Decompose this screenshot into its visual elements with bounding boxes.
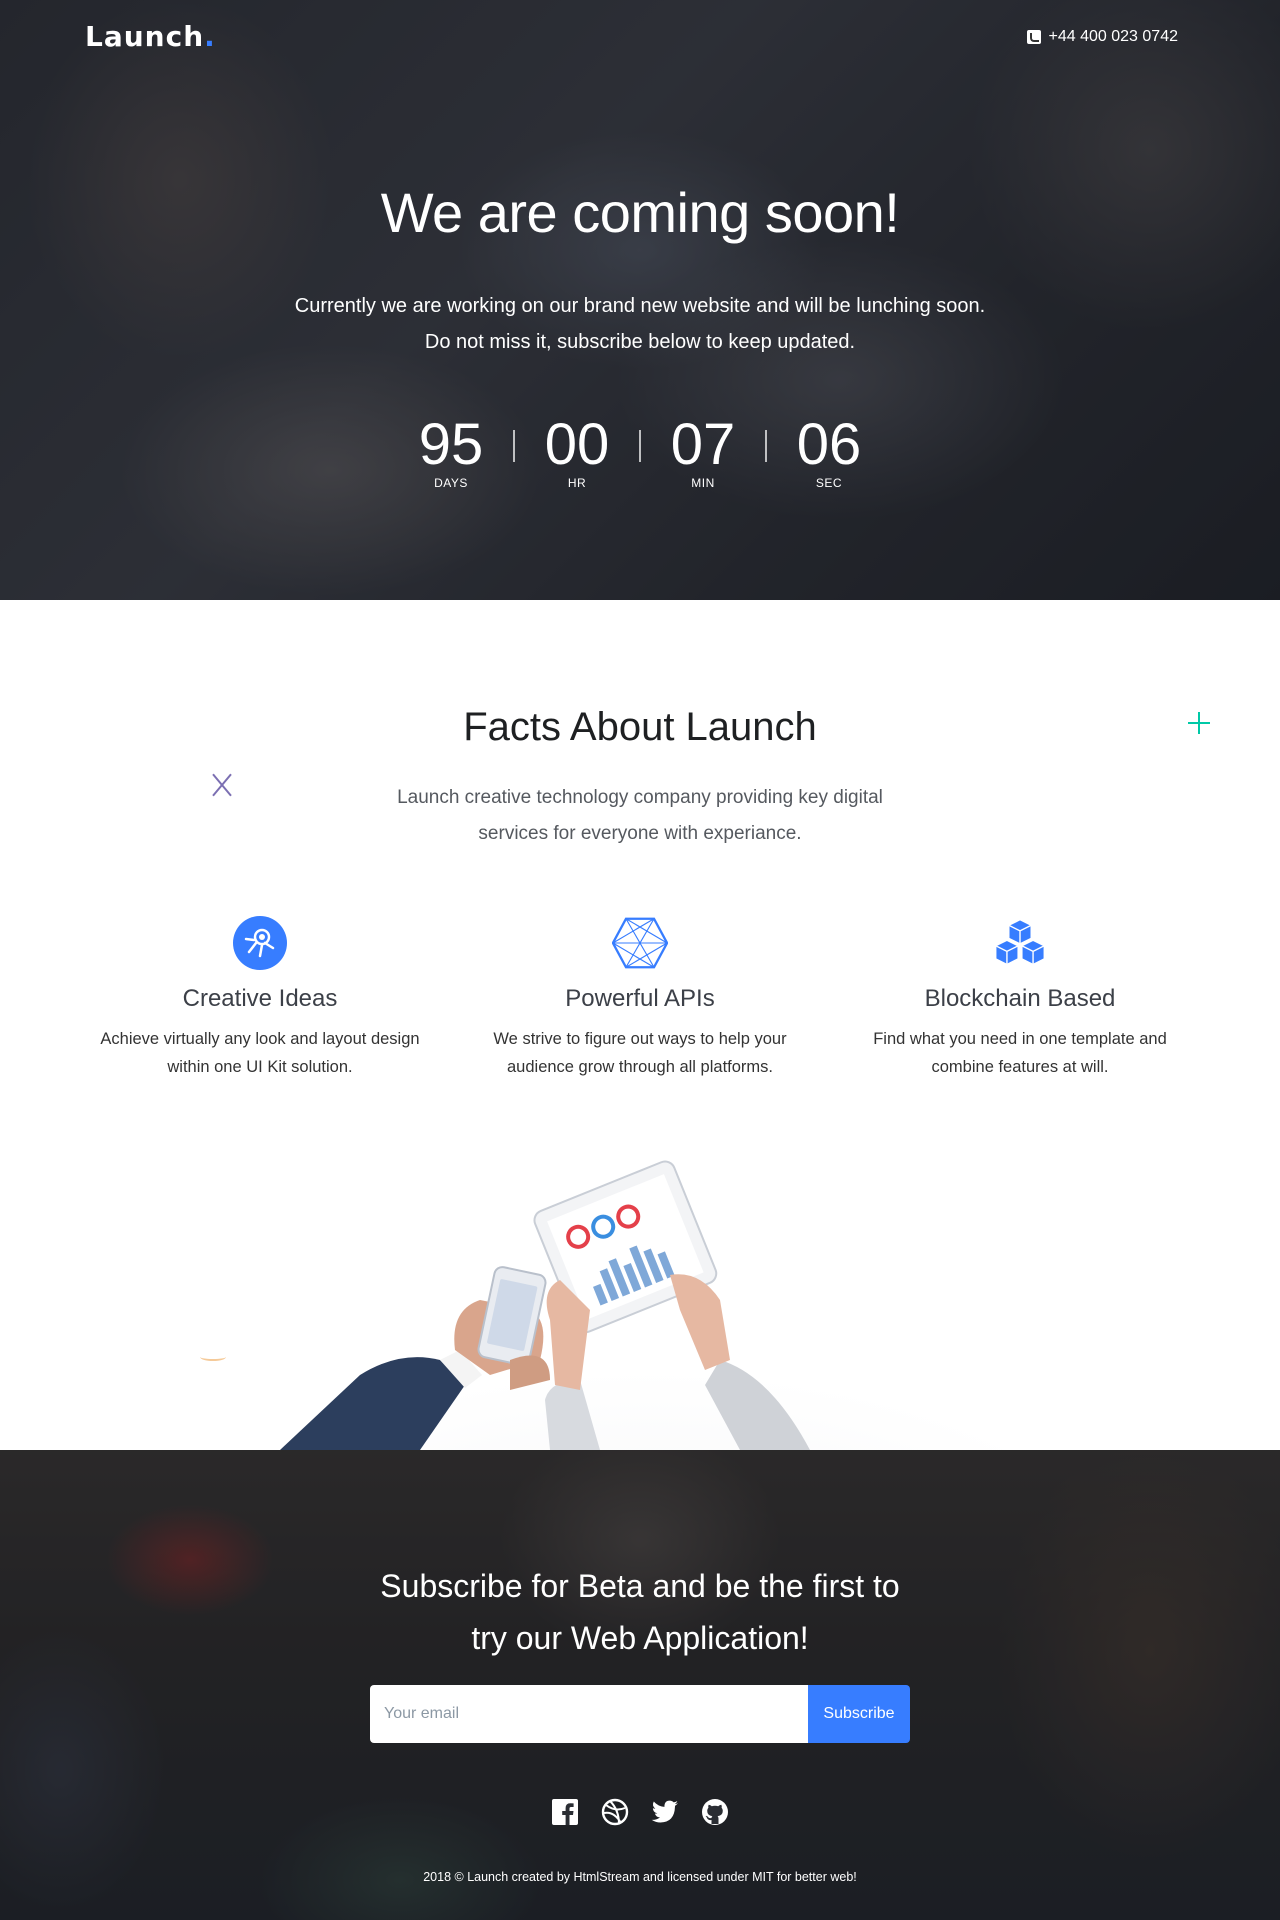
countdown-minutes: 07 MIN — [641, 412, 765, 490]
countdown-days: 95 DAYS — [389, 412, 513, 490]
countdown-hours: 00 HR — [515, 412, 639, 490]
feature-description-line2: within one UI Kit solution. — [167, 1058, 353, 1076]
feature-title: Creative Ideas — [182, 985, 338, 1012]
social-links — [0, 1798, 1280, 1826]
feature-blockchain-based: Blockchain Based Find what you need in o… — [840, 915, 1200, 1081]
feature-powerful-apis: Powerful APIs We strive to figure out wa… — [460, 915, 820, 1081]
subscribe-form: Subscribe — [370, 1685, 910, 1743]
countdown-hours-label: HR — [567, 476, 587, 490]
countdown-minutes-value: 07 — [670, 412, 736, 477]
hero-subtitle-line1: Currently we are working on our brand ne… — [294, 295, 986, 317]
facts-subtitle-line1: Launch creative technology company provi… — [397, 787, 883, 808]
astronaut-icon — [232, 915, 288, 971]
feature-description-line2: audience grow through all platforms. — [507, 1058, 773, 1076]
feature-description-line1: Achieve virtually any look and layout de… — [100, 1030, 420, 1048]
feature-description-line2: combine features at will. — [931, 1058, 1109, 1076]
feature-description-line1: Find what you need in one template and — [873, 1030, 1167, 1048]
hero-section: Launch. +44 400 023 0742 We are coming s… — [0, 0, 1280, 600]
feature-description: We strive to figure out ways to help you… — [460, 1025, 820, 1081]
phone-number: +44 400 023 0742 — [1048, 28, 1178, 45]
hexagon-network-icon — [612, 915, 668, 971]
facebook-icon[interactable] — [551, 1798, 579, 1826]
hero-subtitle: Currently we are working on our brand ne… — [0, 288, 1280, 360]
email-input[interactable] — [370, 1685, 808, 1743]
countdown-minutes-label: MIN — [691, 476, 715, 490]
logo-text: Launch — [85, 20, 205, 53]
countdown-seconds: 06 SEC — [767, 412, 891, 490]
github-icon[interactable] — [701, 1798, 729, 1826]
countdown-hours-value: 00 — [544, 412, 610, 477]
copyright-text: 2018 © Launch created by HtmlStream and … — [423, 1870, 857, 1884]
countdown-seconds-value: 06 — [796, 412, 862, 477]
facts-section: Facts About Launch Launch creative techn… — [0, 600, 1280, 1450]
countdown: 95 DAYS 00 HR 07 MIN 06 SEC — [0, 412, 1280, 490]
feature-title: Powerful APIs — [565, 985, 715, 1012]
logo-dot: . — [204, 20, 216, 53]
subscribe-title: Subscribe for Beta and be the first to t… — [0, 1560, 1280, 1664]
decorative-x-icon — [210, 773, 234, 797]
facts-title: Facts About Launch — [463, 705, 817, 749]
blockchain-cubes-icon — [992, 915, 1048, 971]
feature-title: Blockchain Based — [924, 985, 1116, 1012]
facts-subtitle: Launch creative technology company provi… — [0, 780, 1280, 852]
subscribe-button[interactable]: Subscribe — [808, 1685, 910, 1743]
phone-icon — [1026, 30, 1041, 44]
feature-description-line1: We strive to figure out ways to help you… — [493, 1030, 787, 1048]
feature-description: Achieve virtually any look and layout de… — [80, 1025, 440, 1081]
phone-contact[interactable]: +44 400 023 0742 — [1026, 28, 1178, 46]
hands-devices-illustration — [270, 1160, 1030, 1450]
facts-subtitle-line2: services for everyone with experiance. — [478, 823, 802, 844]
countdown-seconds-label: SEC — [815, 476, 843, 490]
feature-creative-ideas: Creative Ideas Achieve virtually any loo… — [80, 915, 440, 1081]
countdown-days-value: 95 — [418, 412, 484, 477]
decorative-squiggle — [200, 1353, 226, 1361]
hero-title: We are coming soon! — [380, 181, 900, 244]
twitter-icon[interactable] — [651, 1798, 679, 1826]
feature-description: Find what you need in one template and c… — [840, 1025, 1200, 1081]
countdown-days-label: DAYS — [434, 476, 468, 490]
subscribe-title-line1: Subscribe for Beta and be the first to — [380, 1568, 900, 1604]
subscribe-section: Subscribe for Beta and be the first to t… — [0, 1450, 1280, 1920]
hero-subtitle-line2: Do not miss it, subscribe below to keep … — [424, 331, 856, 353]
dribbble-icon[interactable] — [601, 1798, 629, 1826]
decorative-plus-icon — [1188, 712, 1210, 734]
subscribe-title-line2: try our Web Application! — [471, 1620, 809, 1656]
logo[interactable]: Launch. — [85, 20, 216, 53]
